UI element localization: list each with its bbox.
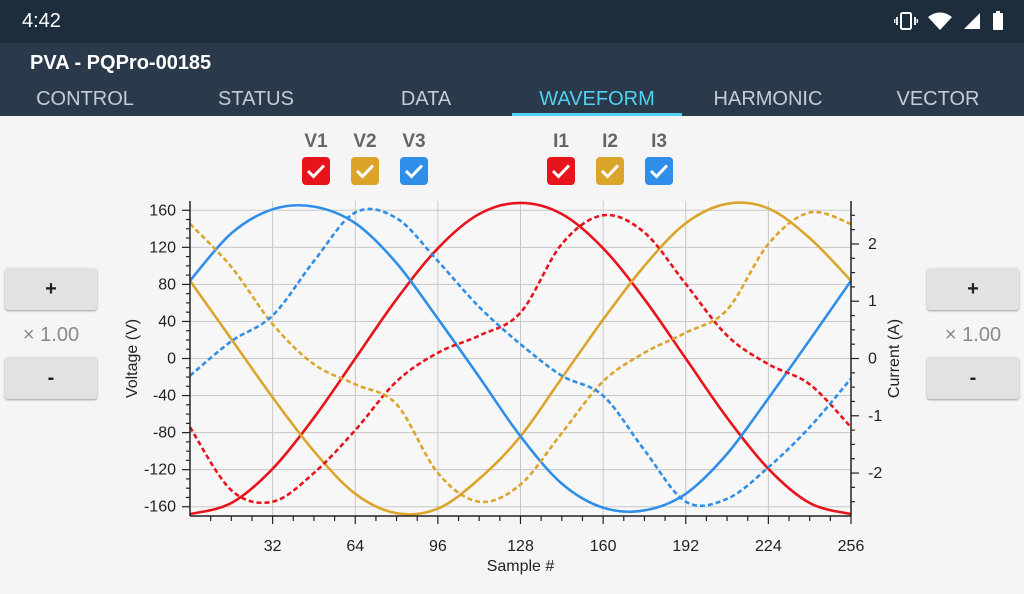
check-icon — [649, 164, 669, 179]
toggle-i3: I3 — [644, 131, 674, 185]
y-tick-label: 40 — [158, 313, 176, 330]
toggle-v2: V2 — [350, 131, 380, 185]
toggle-label: I2 — [602, 131, 618, 152]
vibrate-icon — [894, 12, 918, 30]
tab-control[interactable]: CONTROL — [0, 85, 170, 116]
series-line-v3 — [189, 203, 853, 514]
tab-harmonic[interactable]: HARMONIC — [683, 85, 853, 116]
plot-area — [190, 201, 851, 516]
y2-tick-label: -1 — [868, 408, 882, 425]
x-tick-label: 64 — [346, 538, 364, 555]
cell-signal-icon — [964, 13, 980, 29]
battery-icon — [993, 11, 1003, 30]
clock: 4:42 — [22, 10, 61, 32]
device-title: PVA - PQPro-00185 — [30, 52, 212, 74]
voltage-zoom-out-button[interactable]: - — [5, 357, 97, 399]
toggle-label: V1 — [304, 131, 328, 152]
y-tick-label: -80 — [153, 425, 176, 442]
toggle-label: V2 — [353, 131, 377, 152]
current-zoom-in-button[interactable]: + — [927, 268, 1019, 310]
checkbox-v2[interactable] — [351, 157, 379, 185]
y2-axis-label: Current (A) — [886, 319, 903, 398]
tab-bar: CONTROL STATUS DATA WAVEFORM HARMONIC VE… — [0, 85, 1024, 116]
x-tick-label: 32 — [264, 538, 282, 555]
x-axis-label: Sample # — [487, 558, 555, 575]
toggle-label: V3 — [402, 131, 426, 152]
y2-tick-label: -2 — [868, 465, 882, 482]
series-line-i1 — [188, 213, 852, 505]
x-tick-label: 128 — [507, 538, 534, 555]
y2-tick-label: 2 — [868, 236, 877, 253]
series-layer — [188, 201, 853, 516]
check-icon — [355, 164, 375, 179]
current-scale-value: × 1.00 — [944, 324, 1002, 346]
series-line-v2 — [188, 201, 852, 516]
x-tick-label: 160 — [590, 538, 617, 555]
series-line-i3 — [189, 207, 852, 508]
toggle-v3: V3 — [399, 131, 429, 185]
voltage-zoom-in-button[interactable]: + — [5, 268, 97, 310]
check-icon — [306, 164, 326, 179]
x-tick-label: 192 — [672, 538, 699, 555]
check-icon — [551, 164, 571, 179]
y-tick-label: -40 — [153, 388, 176, 405]
toggle-i1: I1 — [546, 131, 576, 185]
y-tick-label: -160 — [144, 499, 176, 516]
axis-layer: 32 64 96 128 160 192 224 25616012080400-40-80-1… — [124, 201, 903, 575]
y-tick-label: 120 — [149, 239, 176, 256]
tab-waveform[interactable]: WAVEFORM — [512, 85, 682, 116]
current-zoom-out-button[interactable]: - — [927, 357, 1019, 399]
series-line-i2 — [189, 210, 852, 504]
wifi-icon — [928, 12, 952, 30]
grid-layer — [190, 201, 851, 516]
check-icon — [600, 164, 620, 179]
checkbox-i1[interactable] — [547, 157, 575, 185]
tab-vector[interactable]: VECTOR — [853, 85, 1023, 116]
toggle-label: I1 — [553, 131, 569, 152]
x-tick-label: 224 — [755, 538, 782, 555]
toggle-i2: I2 — [595, 131, 625, 185]
toggle-v1: V1 — [301, 131, 331, 185]
series-line-v1 — [189, 201, 852, 516]
voltage-scale-value: × 1.00 — [22, 324, 80, 346]
y2-tick-label: 0 — [868, 351, 877, 368]
y-tick-label: 0 — [167, 351, 176, 368]
y2-tick-label: 1 — [868, 293, 877, 310]
tab-data[interactable]: DATA — [341, 85, 511, 116]
toggle-label: I3 — [651, 131, 667, 152]
system-status-bar: 4:42 — [0, 0, 1024, 43]
tab-status[interactable]: STATUS — [171, 85, 341, 116]
checkbox-i2[interactable] — [596, 157, 624, 185]
x-tick-label: 96 — [429, 538, 447, 555]
checkbox-i3[interactable] — [645, 157, 673, 185]
checkbox-v3[interactable] — [400, 157, 428, 185]
status-icons — [894, 11, 1004, 31]
checkbox-v1[interactable] — [302, 157, 330, 185]
y-tick-label: 80 — [158, 276, 176, 293]
x-tick-label: 256 — [838, 538, 865, 555]
y-axis-label: Voltage (V) — [124, 319, 141, 398]
check-icon — [404, 164, 424, 179]
y-tick-label: 160 — [149, 202, 176, 219]
y-tick-label: -120 — [144, 462, 176, 479]
app-header: PVA - PQPro-00185 CONTROL STATUS DATA WA… — [0, 43, 1024, 116]
